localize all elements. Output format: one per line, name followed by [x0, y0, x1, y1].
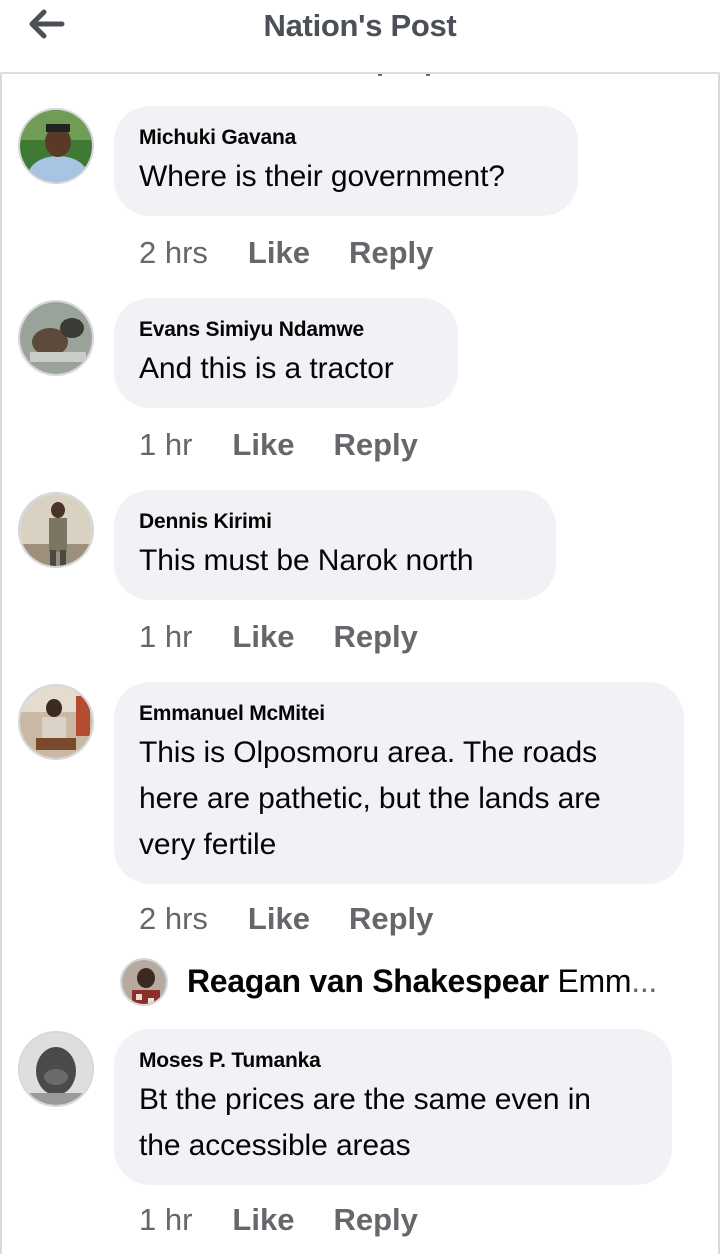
top-bar: Nation's Post: [0, 0, 720, 74]
comment-text-line: here are pathetic, but the lands are: [139, 782, 601, 815]
page-title: Nation's Post: [263, 8, 457, 43]
like-button[interactable]: Like: [232, 619, 294, 655]
clipped-text-fragment: [360, 74, 440, 78]
avatar[interactable]: [18, 108, 94, 184]
comment-actions: 1 hr Like Reply: [139, 1200, 418, 1240]
avatar[interactable]: [18, 684, 94, 760]
comment-author[interactable]: Michuki Gavana: [139, 124, 552, 152]
comment-text-line: Bt the prices are the same even in: [139, 1083, 591, 1116]
comment-text: This is Olposmoru area. The roads here a…: [139, 730, 658, 868]
comment-text-line: This is Olposmoru area. The roads: [139, 736, 598, 769]
comment-text-line: the accessible areas: [139, 1129, 411, 1162]
reply-preview-text: Reagan van Shakespear Emm...: [187, 963, 657, 1000]
comment-bubble: Emmanuel McMitei This is Olposmoru area.…: [114, 682, 684, 884]
comment-text: And this is a tractor: [139, 352, 394, 385]
avatar[interactable]: [18, 492, 94, 568]
reply-button[interactable]: Reply: [333, 619, 417, 655]
comment-text: Bt the prices are the same even in the a…: [139, 1077, 646, 1169]
avatar[interactable]: [18, 1031, 94, 1107]
reply-button[interactable]: Reply: [333, 1202, 417, 1238]
comment-time[interactable]: 1 hr: [139, 1202, 192, 1238]
comment-bubble: Michuki Gavana Where is their government…: [114, 106, 578, 216]
reply-avatar[interactable]: [120, 958, 168, 1006]
comment-time[interactable]: 1 hr: [139, 619, 192, 655]
comment-text: This must be Narok north: [139, 544, 474, 577]
reply-preview[interactable]: Reagan van Shakespear Emm...: [120, 956, 680, 1006]
like-button[interactable]: Like: [248, 235, 310, 271]
comment-bubble: Evans Simiyu Ndamwe And this is a tracto…: [114, 298, 458, 408]
comment-actions: 2 hrs Like Reply: [139, 899, 433, 939]
comment-author[interactable]: Evans Simiyu Ndamwe: [139, 316, 432, 344]
comment-actions: 1 hr Like Reply: [139, 425, 418, 465]
like-button[interactable]: Like: [232, 1202, 294, 1238]
comment-time[interactable]: 1 hr: [139, 427, 192, 463]
comment-actions: 2 hrs Like Reply: [139, 233, 433, 273]
reply-button[interactable]: Reply: [349, 901, 433, 937]
comment-time[interactable]: 2 hrs: [139, 901, 208, 937]
comment-actions: 1 hr Like Reply: [139, 617, 418, 657]
reply-snippet: Emm: [557, 963, 632, 999]
reply-ellipsis: ...: [631, 963, 658, 999]
comment-bubble: Moses P. Tumanka Bt the prices are the s…: [114, 1029, 672, 1185]
reply-author[interactable]: Reagan van Shakespear: [187, 963, 549, 999]
comment-text-line: very fertile: [139, 828, 277, 861]
like-button[interactable]: Like: [232, 427, 294, 463]
comment-bubble: Dennis Kirimi This must be Narok north: [114, 490, 556, 600]
like-button[interactable]: Like: [248, 901, 310, 937]
comment-author[interactable]: Moses P. Tumanka: [139, 1047, 646, 1075]
page-border-left: [0, 0, 2, 1254]
comment-time[interactable]: 2 hrs: [139, 235, 208, 271]
avatar[interactable]: [18, 300, 94, 376]
reply-button[interactable]: Reply: [349, 235, 433, 271]
comment-author[interactable]: Dennis Kirimi: [139, 508, 530, 536]
comment-text: Where is their government?: [139, 160, 505, 193]
comment-author[interactable]: Emmanuel McMitei: [139, 700, 658, 728]
reply-button[interactable]: Reply: [333, 427, 417, 463]
